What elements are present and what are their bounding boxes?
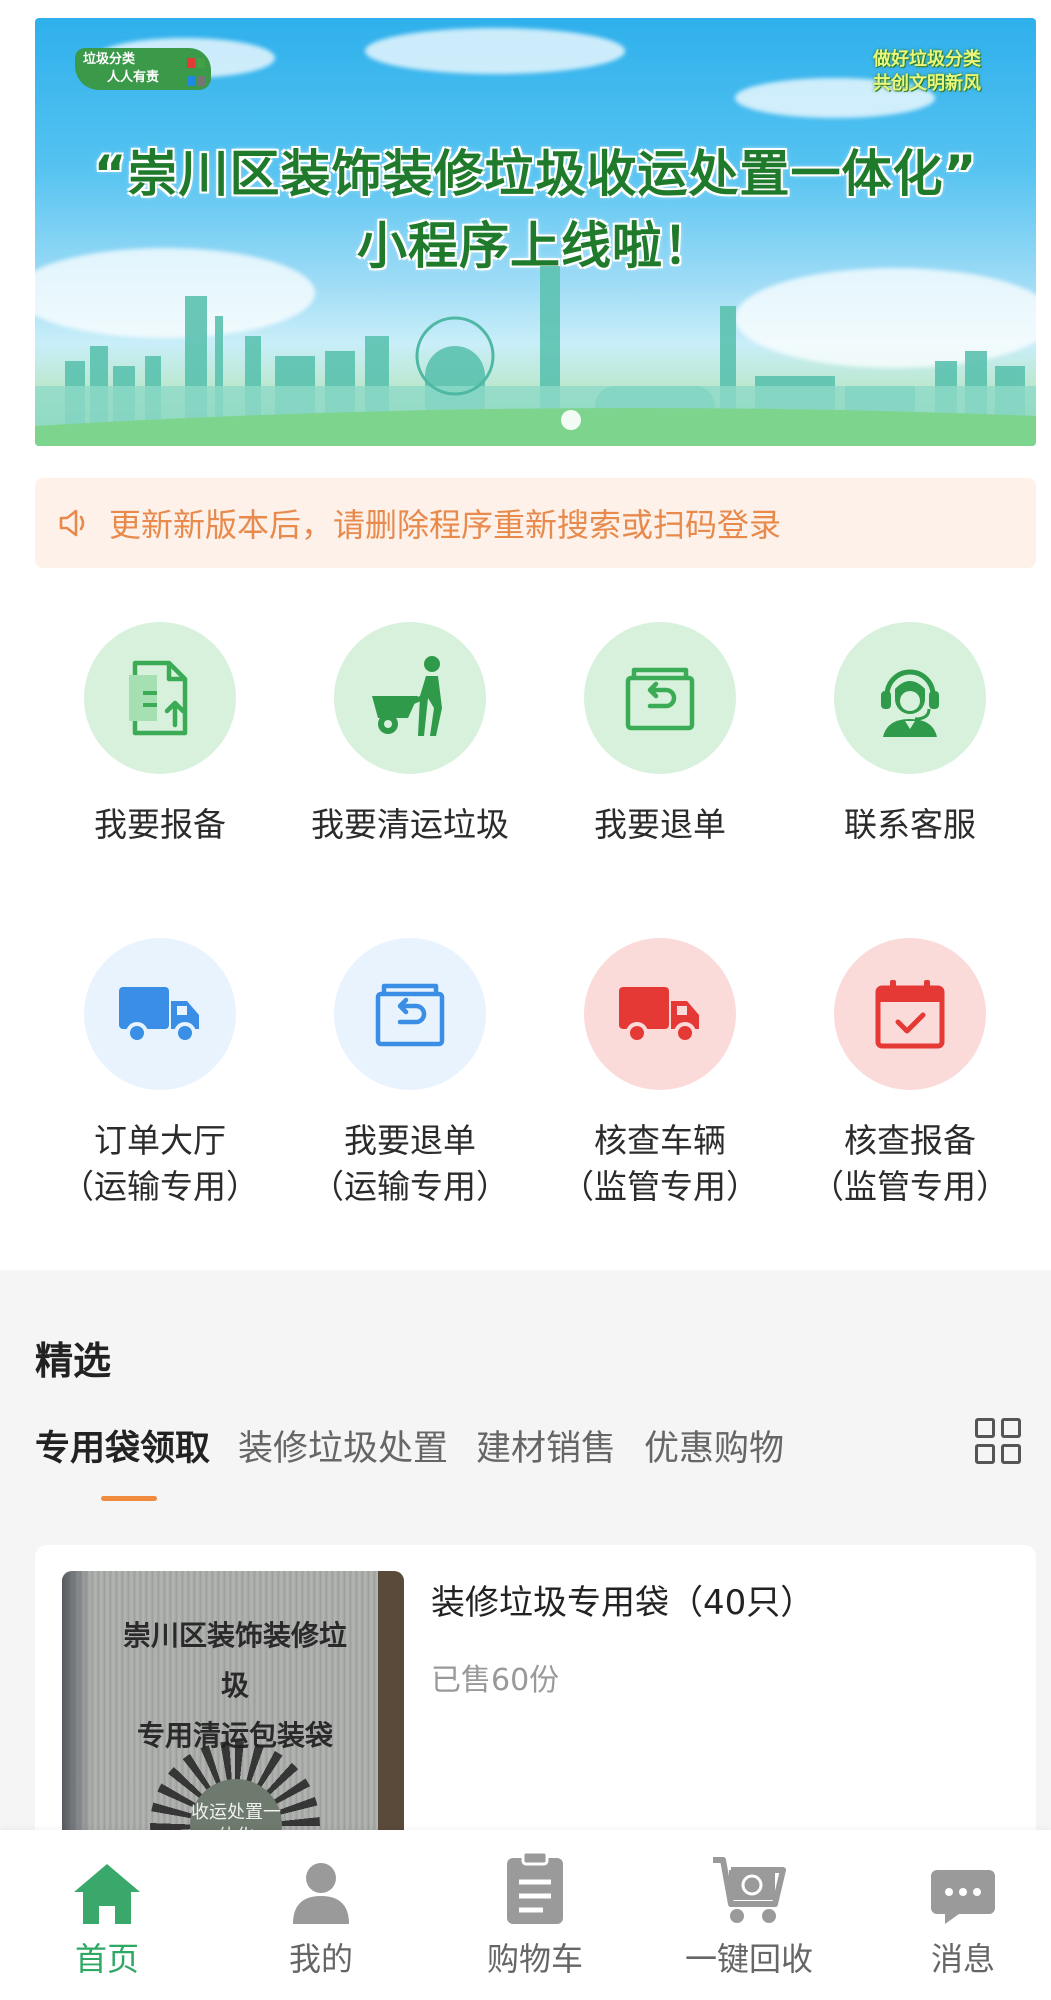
nav-label: 消息: [930, 1940, 995, 1978]
notice-bar[interactable]: 更新新版本后，请删除程序重新搜索或扫码登录: [35, 478, 1036, 568]
func-customer-service[interactable]: 联系客服: [790, 622, 1030, 848]
box-return-icon: [584, 622, 736, 774]
func-label: 核查报备 （监管专用）: [790, 1118, 1030, 1210]
product-image-text: 崇川区装饰装修垃圾 专用清运包装袋: [110, 1611, 360, 1761]
tab-special-bag[interactable]: 专用袋领取: [35, 1420, 210, 1501]
clipboard-icon: [445, 1850, 625, 1926]
promo-banner[interactable]: 垃圾分类 人人有责 做好垃圾分类 共创文明新风 “崇川区装饰装修垃圾收运处置一体…: [35, 18, 1036, 446]
person-icon: [231, 1854, 411, 1926]
tab-garbage-disposal[interactable]: 装修垃圾处置: [238, 1420, 448, 1471]
product-sold-count: 已售60份: [431, 1663, 560, 1698]
speaker-icon: [55, 503, 95, 543]
city-skyline-illustration: [35, 266, 1036, 446]
func-cancel-order-transport[interactable]: 我要退单 （运输专用）: [290, 938, 530, 1210]
bottom-navigation: 首页 我的 购物车 一键回收 消息: [0, 1830, 1051, 2000]
nav-label: 购物车: [486, 1940, 583, 1978]
banner-title: “崇川区装饰装修垃圾收运处置一体化” 小程序上线啦！: [35, 138, 1036, 282]
func-label-main: 核查车辆: [594, 1121, 726, 1160]
func-check-vehicle[interactable]: 核查车辆 （监管专用）: [540, 938, 780, 1210]
func-label: 我要退单 （运输专用）: [290, 1118, 530, 1210]
func-label: 联系客服: [844, 805, 976, 844]
calendar-check-icon: [834, 938, 986, 1090]
carousel-indicator-dot[interactable]: [561, 410, 581, 430]
slogan-logo: 做好垃圾分类 共创文明新风: [873, 48, 981, 96]
func-label-main: 我要退单: [344, 1121, 476, 1160]
home-icon: [17, 1854, 197, 1926]
func-report[interactable]: 我要报备: [40, 622, 280, 848]
recycle-cart-icon: [659, 1854, 839, 1926]
tab-discount-shopping[interactable]: 优惠购物: [644, 1420, 784, 1471]
slogan-line1: 做好垃圾分类: [873, 49, 981, 70]
document-upload-icon: [84, 622, 236, 774]
func-label: 我要报备: [94, 805, 226, 844]
section-title: 精选: [35, 1339, 112, 1383]
func-label-main: 订单大厅: [94, 1121, 226, 1160]
func-label-sub: （运输专用）: [61, 1167, 259, 1206]
func-label-sub: （监管专用）: [811, 1167, 1009, 1206]
grid-view-icon[interactable]: [975, 1418, 1021, 1464]
func-label: 核查车辆 （监管专用）: [540, 1118, 780, 1210]
bins-icon: [185, 56, 205, 92]
banner-title-line1: “崇川区装饰装修垃圾收运处置一体化”: [93, 145, 978, 203]
truck-icon: [584, 938, 736, 1090]
nav-label: 一键回收: [684, 1940, 813, 1978]
func-label: 订单大厅 （运输专用）: [40, 1118, 280, 1210]
notice-text: 更新新版本后，请删除程序重新搜索或扫码登录: [109, 506, 782, 544]
wheelbarrow-worker-icon: [334, 622, 486, 774]
func-label: 我要清运垃圾: [311, 805, 509, 844]
nav-cart[interactable]: 购物车: [445, 1850, 625, 1980]
func-label-main: 核查报备: [844, 1121, 976, 1160]
box-return-icon: [334, 938, 486, 1090]
func-clear-garbage[interactable]: 我要清运垃圾: [290, 622, 530, 848]
message-icon: [873, 1854, 1051, 1926]
truck-icon: [84, 938, 236, 1090]
func-label-sub: （监管专用）: [561, 1167, 759, 1206]
func-order-hall[interactable]: 订单大厅 （运输专用）: [40, 938, 280, 1210]
slogan-line2: 共创文明新风: [873, 73, 981, 94]
func-check-report[interactable]: 核查报备 （监管专用）: [790, 938, 1030, 1210]
customer-service-icon: [834, 622, 986, 774]
category-tabs: 专用袋领取 装修垃圾处置 建材销售 优惠购物: [35, 1420, 812, 1501]
nav-mine[interactable]: 我的: [231, 1854, 411, 1980]
bag-text-line1: 崇川区装饰装修垃圾: [122, 1619, 347, 1702]
nav-label: 我的: [288, 1940, 353, 1978]
cloud-decoration: [365, 28, 625, 74]
tab-building-materials[interactable]: 建材销售: [476, 1420, 616, 1471]
nav-home[interactable]: 首页: [17, 1854, 197, 1980]
func-label: 我要退单: [594, 805, 726, 844]
product-name: 装修垃圾专用袋（40只）: [431, 1583, 815, 1623]
garbage-sorting-logo: 垃圾分类 人人有责: [75, 48, 211, 90]
nav-label: 首页: [74, 1940, 139, 1978]
nav-one-click-recycle[interactable]: 一键回收: [659, 1854, 839, 1980]
nav-messages[interactable]: 消息: [873, 1854, 1051, 1980]
func-label-sub: （运输专用）: [311, 1167, 509, 1206]
func-cancel-order[interactable]: 我要退单: [540, 622, 780, 848]
